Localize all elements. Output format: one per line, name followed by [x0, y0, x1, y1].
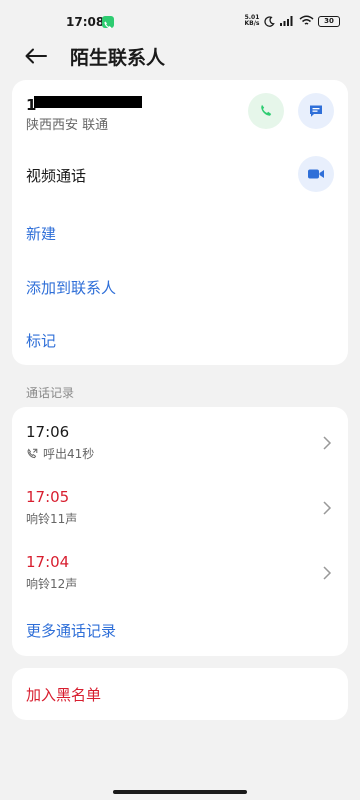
- app-header: 陌生联系人: [0, 34, 360, 78]
- wifi-icon: [299, 12, 314, 31]
- video-camera-icon: [308, 169, 324, 179]
- network-speed-unit: KB/s: [244, 20, 260, 27]
- call-log-row[interactable]: 17:05 响铃11声: [12, 488, 348, 548]
- ongoing-call-icon: [102, 16, 114, 29]
- call-button[interactable]: [248, 93, 284, 129]
- back-button[interactable]: [20, 40, 52, 72]
- location-carrier: 陕西西安 联通: [26, 118, 109, 133]
- status-icons: 5.01 KB/s 30: [244, 14, 340, 28]
- phone-icon: [261, 104, 272, 116]
- mark-number-link[interactable]: 标记: [26, 330, 56, 351]
- new-contact-link[interactable]: 新建: [26, 223, 56, 244]
- battery-indicator: 30: [318, 15, 340, 27]
- signal-icon: [279, 12, 295, 31]
- video-call-label: 视频通话: [26, 167, 87, 185]
- call-detail: 呼出41秒: [26, 445, 94, 462]
- add-to-contacts-link[interactable]: 添加到联系人: [26, 277, 116, 298]
- status-bar: 17:08 5.01 KB/s 30: [0, 0, 360, 34]
- network-speed: 5.01 KB/s: [244, 15, 260, 27]
- add-to-blacklist-button[interactable]: 加入黑名单: [26, 684, 101, 705]
- more-call-logs-link[interactable]: 更多通话记录: [26, 620, 116, 641]
- message-button[interactable]: [298, 93, 334, 129]
- chevron-right-icon: [323, 501, 332, 515]
- page-title: 陌生联系人: [70, 47, 166, 69]
- call-time: 17:05: [26, 488, 70, 506]
- block-card[interactable]: 加入黑名单: [12, 668, 348, 720]
- contact-card: 1 陕西西安 联通 视频通话 新建 添加到联系人 标记: [12, 80, 348, 365]
- call-detail-text: 响铃12声: [26, 577, 78, 591]
- message-icon: [310, 105, 322, 117]
- chevron-right-icon: [323, 566, 332, 580]
- back-arrow-icon: [25, 48, 47, 64]
- call-detail-text: 响铃11声: [26, 512, 78, 526]
- video-call-button[interactable]: [298, 156, 334, 192]
- chevron-right-icon: [323, 436, 332, 450]
- status-time: 17:08: [66, 15, 105, 29]
- outgoing-call-icon: [27, 448, 38, 458]
- call-detail: 响铃12声: [26, 575, 77, 592]
- call-time: 17:06: [26, 423, 70, 441]
- do-not-disturb-moon-icon: [264, 12, 275, 31]
- call-detail-text: 呼出41秒: [43, 447, 95, 461]
- call-log-row[interactable]: 17:04 响铃12声: [12, 553, 348, 613]
- call-time: 17:04: [26, 553, 70, 571]
- call-log-card: 17:06 呼出41秒 17:05 响铃11声 17:04 响铃12声 更多通话…: [12, 407, 348, 656]
- redacted-phone-number: [34, 96, 142, 108]
- call-log-section-label: 通话记录: [26, 386, 75, 400]
- call-log-row[interactable]: 17:06 呼出41秒: [12, 423, 348, 483]
- home-indicator[interactable]: [113, 790, 247, 794]
- call-detail: 响铃11声: [26, 510, 77, 527]
